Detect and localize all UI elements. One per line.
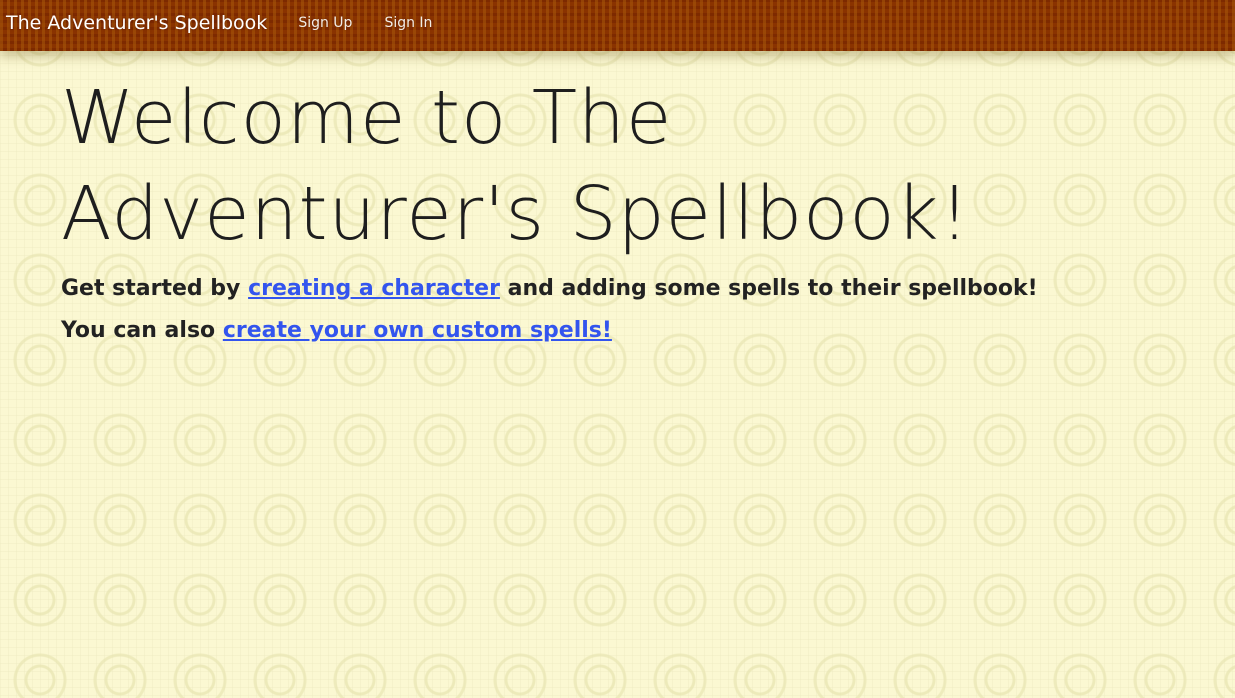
create-character-link[interactable]: creating a character xyxy=(248,276,500,301)
intro-line1-suffix: and adding some spells to their spellboo… xyxy=(499,276,1038,301)
top-navbar: The Adventurer's Spellbook Sign Up Sign … xyxy=(0,0,1235,51)
sign-in-link[interactable]: Sign In xyxy=(384,15,432,31)
brand-link[interactable]: The Adventurer's Spellbook xyxy=(6,12,267,34)
main-content: Welcome to The Adventurer's Spellbook! G… xyxy=(61,70,1161,352)
page-title: Welcome to The Adventurer's Spellbook! xyxy=(61,75,971,257)
sign-up-link[interactable]: Sign Up xyxy=(298,15,352,31)
create-custom-spells-link[interactable]: create your own custom spells! xyxy=(223,318,612,343)
intro-line1-prefix: Get started by xyxy=(61,276,249,301)
intro-text: Get started by creating a character and … xyxy=(61,268,1161,352)
intro-line2-prefix: You can also xyxy=(61,318,223,343)
